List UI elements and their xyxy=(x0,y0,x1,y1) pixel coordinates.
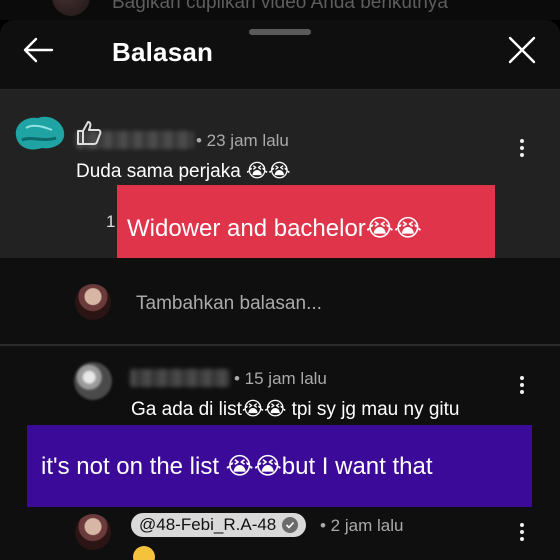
reply-input-row xyxy=(0,258,560,344)
reply-author-blurred[interactable] xyxy=(130,369,230,387)
close-icon xyxy=(508,36,536,64)
comment-time: • 23 jam lalu xyxy=(196,131,289,150)
commenter-avatar[interactable] xyxy=(12,106,66,154)
background-caption: Bagikan cuplikan video Anda berikutnya xyxy=(112,0,448,13)
page-title: Balasan xyxy=(112,37,214,67)
reply-2-time: • 2 jam lalu xyxy=(320,516,404,535)
verified-check-icon xyxy=(282,517,299,533)
like-count: 1 xyxy=(106,212,116,231)
comment-text: Duda sama perjaka 😭😭 xyxy=(76,161,291,182)
author-handle-chip[interactable]: @48-Febi_R.A-48 xyxy=(131,513,307,537)
background-avatar xyxy=(52,0,90,16)
user-avatar xyxy=(75,284,111,320)
author-handle: @48-Febi_R.A-48 xyxy=(139,515,277,534)
section-divider xyxy=(0,344,560,346)
reply-text: Ga ada di list😭😭 tpi sy jg mau ny gitu xyxy=(131,399,460,420)
arrow-left-icon xyxy=(23,37,54,63)
close-button[interactable] xyxy=(502,30,542,70)
reply-avatar-2[interactable] xyxy=(75,514,111,550)
reply-2-more-button[interactable] xyxy=(512,518,532,546)
back-button[interactable] xyxy=(18,30,58,70)
reply-time: • 15 jam lalu xyxy=(234,369,327,388)
translation-overlay-2: it's not on the list 😭😭but I want that xyxy=(27,425,532,507)
background-content: Bagikan cuplikan video Anda berikutnya xyxy=(0,0,560,20)
thumbs-up-icon[interactable] xyxy=(74,118,104,148)
reply-input[interactable] xyxy=(136,292,516,316)
drag-handle[interactable] xyxy=(249,29,311,35)
reply-avatar[interactable] xyxy=(74,362,112,400)
reply-more-button[interactable] xyxy=(512,371,532,399)
comment-more-button[interactable] xyxy=(512,134,532,162)
